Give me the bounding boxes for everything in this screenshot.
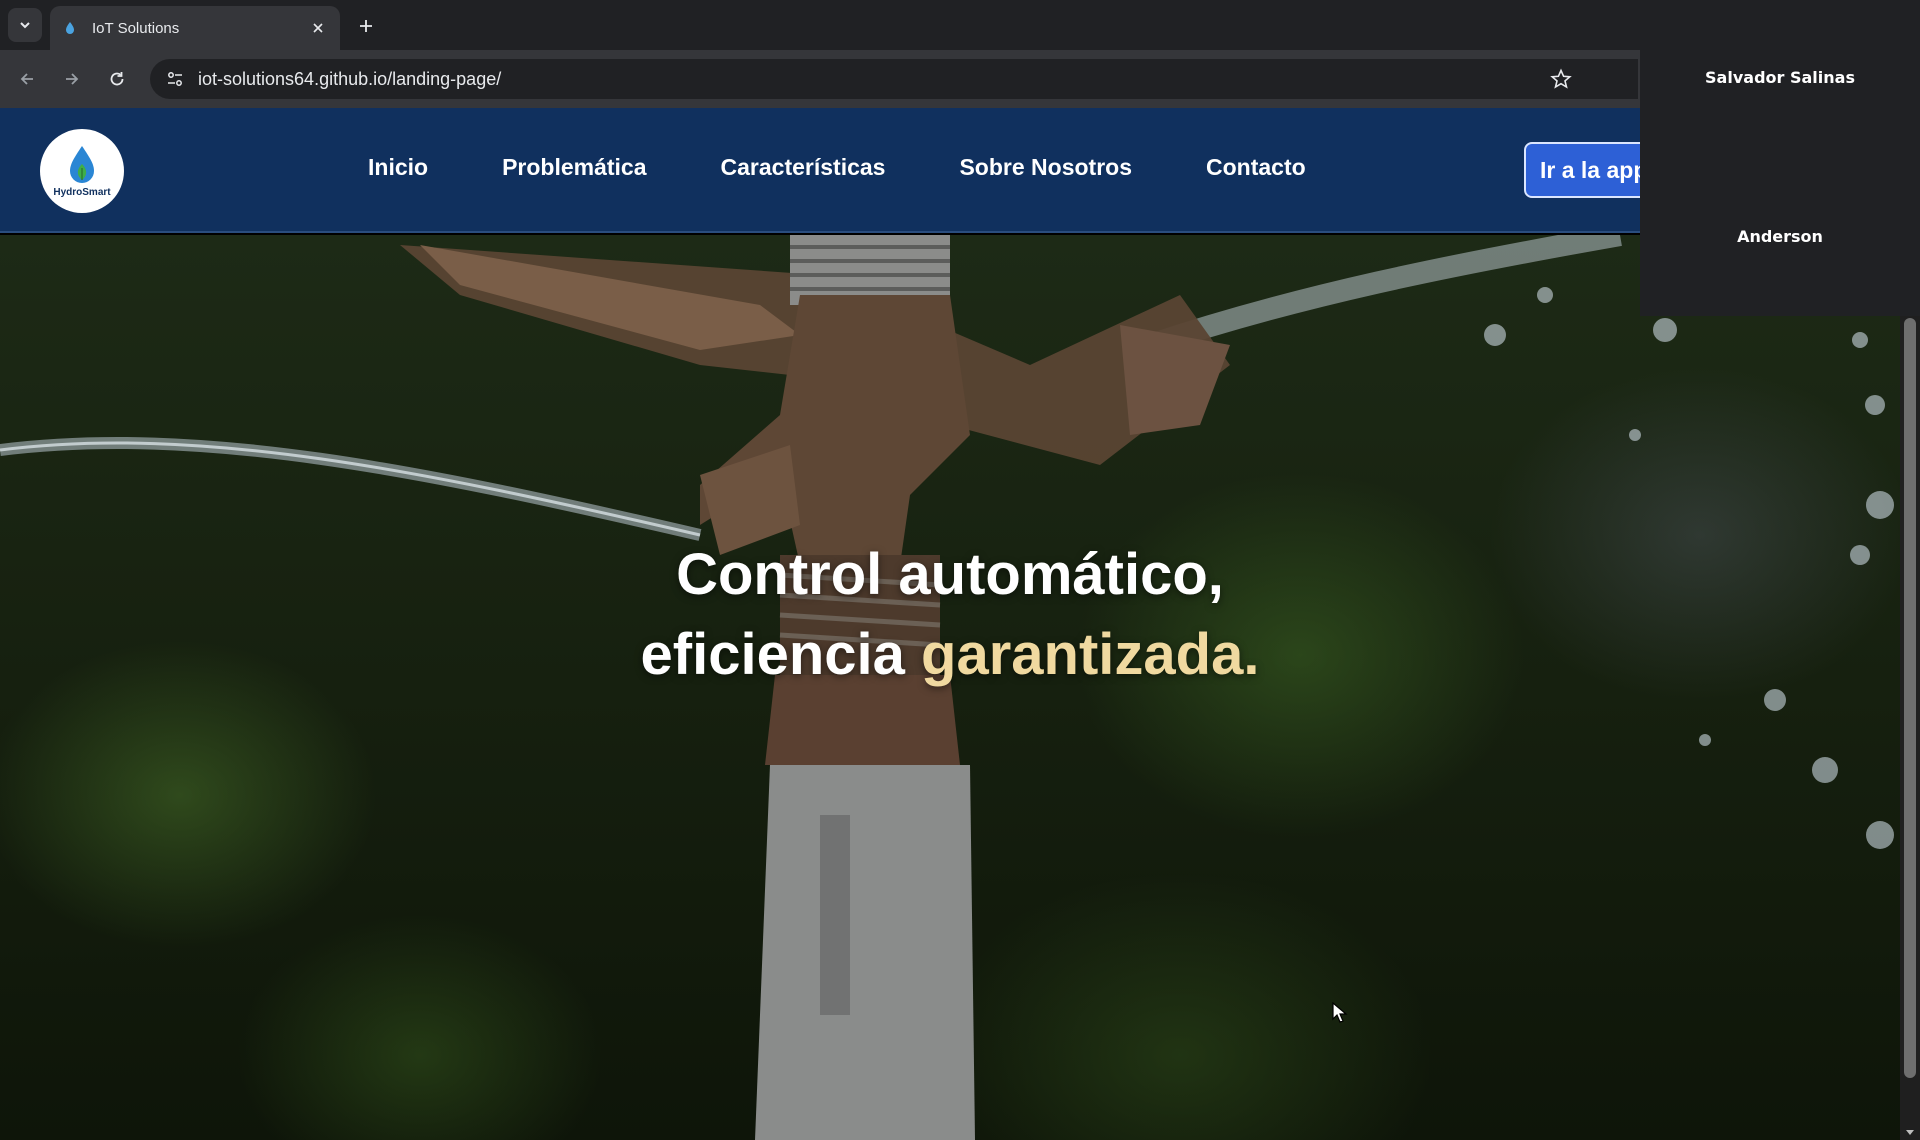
tab-search-button[interactable] [8, 8, 42, 42]
hero-title-line1: Control automático, [676, 542, 1224, 607]
water-drop-icon [66, 22, 74, 34]
reload-icon [110, 72, 124, 86]
water-drop-logo-icon [70, 146, 94, 183]
arrow-left-icon [20, 73, 33, 85]
url-text: iot-solutions64.github.io/landing-page/ [198, 68, 502, 89]
nav-menu: Inicio Problemática Características Sobr… [368, 154, 1380, 181]
hero-title: Control automático, eficiencia garantiza… [0, 535, 1900, 695]
site-info-icon[interactable] [164, 68, 186, 90]
scroll-down-arrow-icon[interactable] [1904, 1126, 1916, 1138]
hero-section: Control automático, eficiencia garantiza… [0, 235, 1920, 1140]
mouse-cursor-icon [1332, 1002, 1348, 1023]
chevron-down-icon [20, 22, 30, 29]
hero-title-accent: garantizada. [921, 622, 1260, 687]
plus-icon [360, 20, 372, 32]
browser-tab[interactable]: IoT Solutions [50, 6, 340, 50]
nav-link-contacto[interactable]: Contacto [1206, 154, 1306, 181]
web-page: HydroSmart Inicio Problemática Caracterí… [0, 108, 1920, 1140]
back-button[interactable] [12, 64, 42, 94]
hero-title-line2-start: eficiencia [640, 622, 922, 687]
nav-link-inicio[interactable]: Inicio [368, 154, 428, 181]
hero-title-line2: eficiencia garantizada. [0, 615, 1900, 695]
participant-name: Anderson [1737, 227, 1823, 246]
site-logo[interactable]: HydroSmart [40, 129, 124, 213]
new-tab-button[interactable] [352, 12, 380, 40]
browser-toolbar: iot-solutions64.github.io/landing-page/ [0, 50, 1640, 108]
reload-button[interactable] [102, 64, 132, 94]
address-bar[interactable]: iot-solutions64.github.io/landing-page/ [150, 59, 1638, 99]
arrow-right-icon [66, 73, 79, 85]
video-call-overlay: Salvador Salinas Anderson [1640, 0, 1920, 316]
nav-link-problematica[interactable]: Problemática [502, 154, 646, 181]
site-navbar: HydroSmart Inicio Problemática Caracterí… [0, 108, 1920, 233]
participant-name: Salvador Salinas [1705, 68, 1855, 87]
browser-tabstrip: IoT Solutions [0, 0, 1640, 50]
close-tab-icon[interactable] [308, 18, 328, 38]
logo-text: HydroSmart [53, 187, 111, 198]
scrollbar-thumb[interactable] [1904, 318, 1916, 1078]
tab-title: IoT Solutions [92, 19, 180, 37]
nav-link-caracteristicas[interactable]: Características [721, 154, 886, 181]
nav-link-sobre-nosotros[interactable]: Sobre Nosotros [959, 154, 1132, 181]
forward-button[interactable] [57, 64, 87, 94]
bookmark-star-icon[interactable] [1550, 68, 1572, 90]
